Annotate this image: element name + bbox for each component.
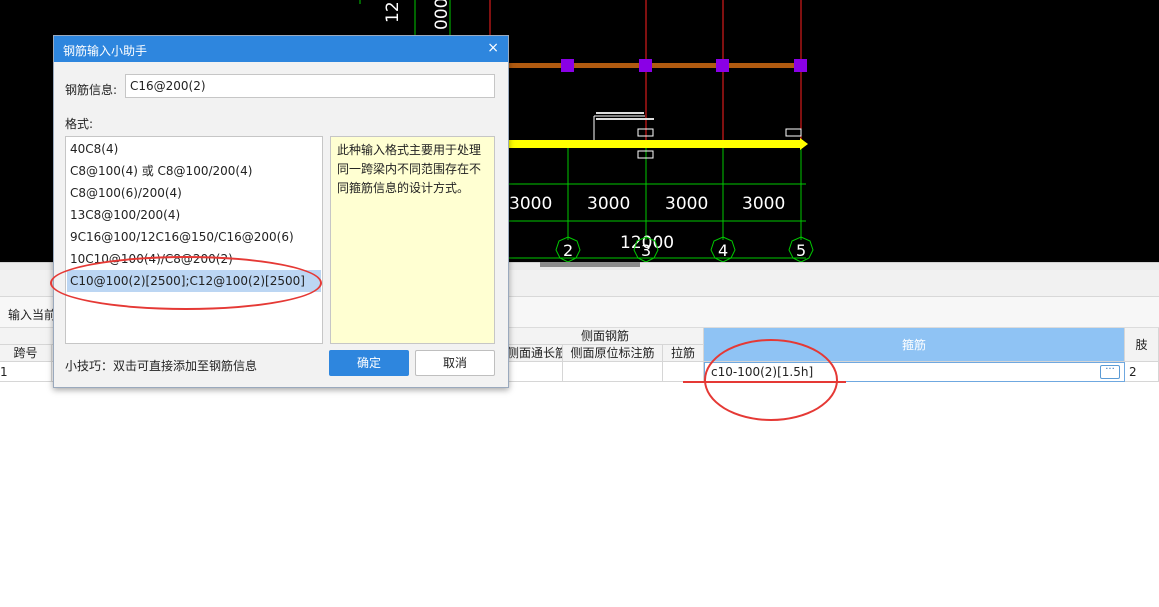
cad-dim-vertical-a: 12 [383, 1, 403, 23]
cell-leg-count[interactable]: 2 [1125, 362, 1159, 382]
rebar-input-helper-dialog: 钢筋输入小助手 × 钢筋信息: C16@200(2) 格式: 40C8(4) C… [53, 35, 509, 388]
tip-text: 小技巧：双击可直接添加至钢筋信息 [65, 359, 258, 373]
cad-span-label: 3000 [665, 194, 708, 214]
format-list-item[interactable]: 40C8(4) [67, 138, 321, 160]
axis-label: 3 [641, 241, 651, 260]
cell-side-original[interactable] [563, 362, 663, 382]
header-leg-count[interactable]: 肢 [1125, 328, 1159, 362]
format-list-item[interactable]: 13C8@100/200(4) [67, 204, 321, 226]
cell-span-no[interactable]: 1 [0, 362, 52, 382]
format-list-item[interactable]: C8@100(6)/200(4) [67, 182, 321, 204]
more-options-button[interactable]: ··· [1100, 365, 1120, 379]
format-description: 此种输入格式主要用于处理同一跨梁内不同范围存在不同箍筋信息的设计方式。 [330, 136, 495, 344]
cad-dim-vertical-b: 000 [432, 0, 452, 30]
close-icon[interactable]: × [487, 40, 499, 56]
header-side-original[interactable]: 侧面原位标注筋 [563, 345, 663, 362]
format-list-item[interactable]: 9C16@100/12C16@150/C16@200(6) [67, 226, 321, 248]
cad-span-label: 3000 [587, 194, 630, 214]
format-list-item[interactable]: C8@100(4) 或 C8@100/200(4) [67, 160, 321, 182]
format-list[interactable]: 40C8(4) C8@100(4) 或 C8@100/200(4) C8@100… [65, 136, 323, 344]
axis-label: 2 [563, 241, 573, 260]
cad-span-label: 3000 [509, 194, 552, 214]
dialog-title: 钢筋输入小助手 [63, 44, 148, 58]
rebar-info-input[interactable]: C16@200(2) [125, 74, 495, 98]
axis-label: 5 [796, 241, 806, 260]
red-annotation-underline [683, 381, 846, 383]
axis-label: 4 [718, 241, 728, 260]
cell-tie-bar[interactable] [663, 362, 704, 382]
red-annotation-ellipse [50, 256, 322, 310]
cell-side-through[interactable] [507, 362, 563, 382]
red-annotation-ellipse [704, 339, 838, 421]
header-tie-bar[interactable]: 拉筋 [663, 345, 704, 362]
format-label: 格式: [65, 117, 94, 131]
header-span-no[interactable]: 跨号 [0, 345, 52, 362]
cad-span-label: 3000 [742, 194, 785, 214]
rebar-info-label: 钢筋信息: [65, 83, 118, 97]
input-current-button[interactable]: 输入当前 [8, 306, 56, 323]
scrollbar-thumb[interactable] [540, 262, 640, 267]
dialog-title-bar[interactable]: 钢筋输入小助手 × [54, 36, 508, 62]
header-side-through[interactable]: 侧面通长筋 [507, 345, 563, 362]
header-side-rebar-group: 侧面钢筋 [507, 328, 704, 345]
ok-button[interactable]: 确定 [329, 350, 409, 376]
cancel-button[interactable]: 取消 [415, 350, 495, 376]
